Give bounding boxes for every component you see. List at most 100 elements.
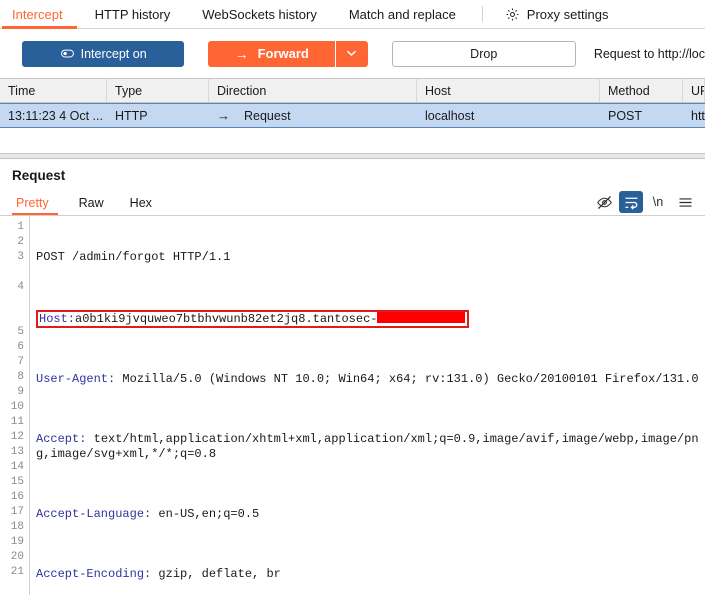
request-panel: Request Pretty Raw Hex \n 1 2 3 4 5 6 7 … <box>0 159 705 595</box>
line-number: 5 <box>17 326 24 338</box>
tab-pretty[interactable]: Pretty <box>12 196 66 215</box>
cell-method: POST <box>608 108 643 123</box>
line-number: 18 <box>10 521 24 533</box>
header-line: Accept: text/html,application/xhtml+xml,… <box>36 432 705 462</box>
header-value: en-US,en;q=0.5 <box>151 507 260 521</box>
tab-proxy-settings-label: Proxy settings <box>526 6 609 22</box>
drop-button-label: Drop <box>470 46 498 61</box>
column-header-url[interactable]: URL <box>683 79 705 102</box>
column-header-type[interactable]: Type <box>107 79 209 102</box>
tab-raw[interactable]: Raw <box>66 196 117 215</box>
line-number: 9 <box>17 386 24 398</box>
tab-pretty-label: Pretty <box>16 196 49 210</box>
line-number-wrap: . <box>0 295 29 310</box>
line-number-wrap: . <box>0 265 29 280</box>
header-name: Accept: <box>36 432 87 446</box>
cell-host: localhost <box>425 108 475 123</box>
header-value: gzip, deflate, br <box>151 567 281 581</box>
tab-divider <box>481 6 483 22</box>
tab-http-history-label: HTTP history <box>94 6 171 22</box>
line-number: 7 <box>17 356 24 368</box>
intercept-toggle-button[interactable]: Intercept on <box>22 40 185 67</box>
host-header-name: Host: <box>39 312 76 326</box>
request-raw-text[interactable]: POST /admin/forgot HTTP/1.1 Host:a0b1ki9… <box>30 216 705 595</box>
line-number: 21 <box>10 566 24 578</box>
request-view-tabs: Pretty Raw Hex \n <box>0 190 705 215</box>
cell-time: 13:11:23 4 Oct ... <box>8 108 103 123</box>
proxy-tab-bar: Intercept HTTP history WebSockets histor… <box>0 0 705 29</box>
host-header-highlight: Host:a0b1ki9jvquweo7btbhvwunb82et2jq8.ta… <box>36 310 470 328</box>
arrow-right-icon: → <box>217 108 230 123</box>
chevron-down-icon <box>346 48 357 60</box>
tab-match-and-replace-label: Match and replace <box>348 6 456 22</box>
tab-hex[interactable]: Hex <box>117 196 165 215</box>
tab-intercept[interactable]: Intercept <box>0 0 79 29</box>
line-number: 1 <box>17 221 24 233</box>
cell-url: http://localhost/ <box>691 108 705 123</box>
line-number: 6 <box>17 341 24 353</box>
tab-raw-label: Raw <box>78 196 104 210</box>
tab-match-and-replace[interactable]: Match and replace <box>333 0 472 28</box>
cell-direction-label: Request <box>244 108 291 123</box>
line-number: 8 <box>17 371 24 383</box>
line-number: 17 <box>10 506 24 518</box>
tab-proxy-settings[interactable]: Proxy settings <box>489 0 625 28</box>
line-number: 14 <box>10 461 24 473</box>
header-line: Accept-Language: en-US,en;q=0.5 <box>36 507 705 522</box>
tab-websockets-history[interactable]: WebSockets history <box>186 0 333 28</box>
forward-dropdown-button[interactable] <box>336 40 368 67</box>
drop-button[interactable]: Drop <box>391 40 576 67</box>
request-code-viewer[interactable]: 1 2 3 . 4 . . 5 6 7 8 9 10 11 12 13 14 1… <box>0 215 705 595</box>
line-number: 13 <box>10 446 24 458</box>
header-name: Accept-Language: <box>36 507 152 521</box>
line-number: 12 <box>10 431 24 443</box>
line-number: 20 <box>10 551 24 563</box>
request-line-text: POST /admin/forgot HTTP/1.1 <box>36 250 231 264</box>
forward-button-group: → Forward <box>208 40 368 67</box>
line-number: 15 <box>10 476 24 488</box>
arrow-right-icon: → <box>234 45 249 62</box>
intercept-toolbar: Intercept on → Forward Drop Request to h… <box>0 29 705 78</box>
tab-http-history[interactable]: HTTP history <box>79 0 187 28</box>
intercept-toggle-label: Intercept on <box>80 46 147 61</box>
line-number: 4 <box>17 281 24 293</box>
column-header-method[interactable]: Method <box>600 79 683 102</box>
newline-icon[interactable]: \n <box>646 191 670 213</box>
column-header-direction[interactable]: Direction <box>209 79 417 102</box>
header-line: Accept-Encoding: gzip, deflate, br <box>36 567 705 582</box>
line-number: 16 <box>10 491 24 503</box>
eye-off-icon[interactable] <box>592 191 616 213</box>
page-title: Request <box>12 168 66 183</box>
column-header-time[interactable]: Time <box>0 79 107 102</box>
header-line: User-Agent: Mozilla/5.0 (Windows NT 10.0… <box>36 372 705 387</box>
header-value: text/html,application/xhtml+xml,applicat… <box>36 432 699 461</box>
column-header-host[interactable]: Host <box>417 79 600 102</box>
forward-button[interactable]: → Forward <box>208 40 336 67</box>
host-header-line: Host:a0b1ki9jvquweo7btbhvwunb82et2jq8.ta… <box>36 310 705 328</box>
editor-tools: \n <box>592 191 697 213</box>
line-number: 11 <box>10 416 24 428</box>
toggle-on-icon <box>60 46 75 61</box>
cell-direction: → Request <box>209 104 417 127</box>
line-number: 2 <box>17 236 24 248</box>
table-empty-area <box>0 128 705 154</box>
intercepted-requests-table: Time Type Direction Host Method URL 13:1… <box>0 78 705 154</box>
request-line: POST /admin/forgot HTTP/1.1 <box>36 250 705 265</box>
table-row[interactable]: 13:11:23 4 Oct ... HTTP → Request localh… <box>0 103 705 128</box>
header-name: User-Agent: <box>36 372 116 386</box>
tab-intercept-label: Intercept <box>12 6 63 22</box>
header-name: Accept-Encoding: <box>36 567 152 581</box>
tab-hex-label: Hex <box>129 196 152 210</box>
host-header-value: a0b1ki9jvquweo7btbhvwunb82et2jq8.tantose… <box>75 312 378 326</box>
cell-type: HTTP <box>115 108 148 123</box>
gear-icon <box>505 7 520 22</box>
line-number: 10 <box>10 401 24 413</box>
redaction-block <box>377 312 466 323</box>
header-value: Mozilla/5.0 (Windows NT 10.0; Win64; x64… <box>115 372 699 386</box>
forward-button-label: Forward <box>257 46 309 61</box>
line-number-wrap: . <box>0 310 29 325</box>
line-number: 3 <box>17 251 24 263</box>
line-number: 19 <box>10 536 24 548</box>
word-wrap-icon[interactable] <box>619 191 643 213</box>
menu-icon[interactable] <box>673 191 697 213</box>
